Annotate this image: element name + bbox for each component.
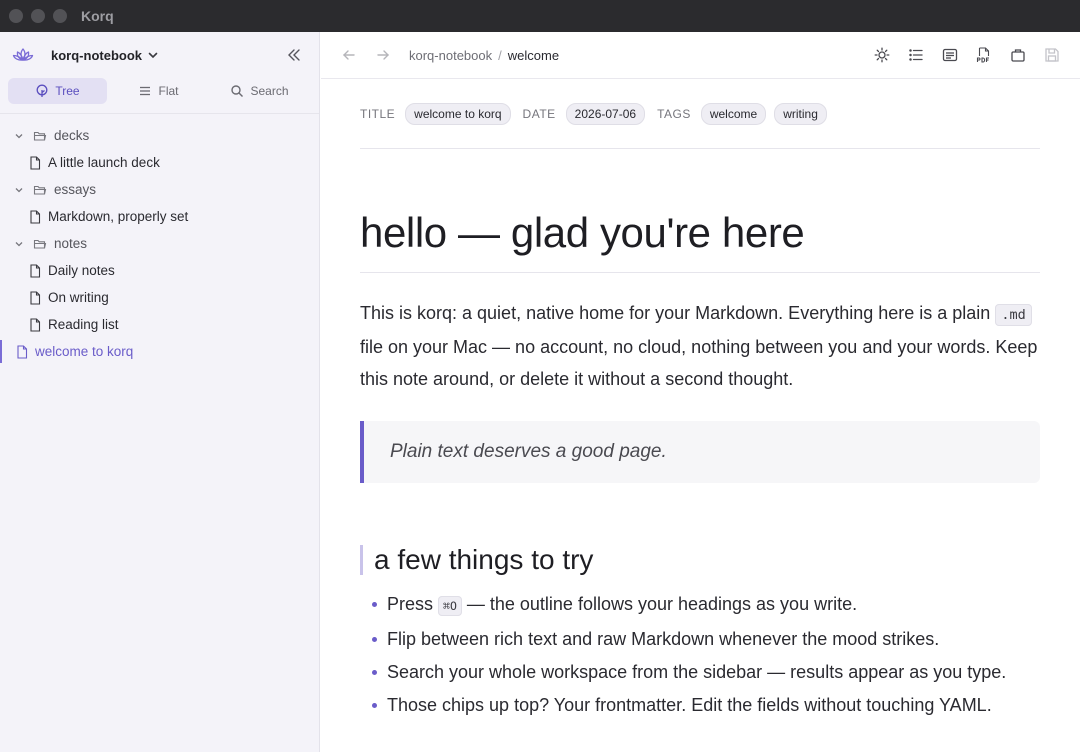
tree-item-label: notes bbox=[54, 236, 88, 251]
list-item[interactable]: Those chips up top? Your frontmatter. Ed… bbox=[372, 690, 1040, 720]
editor-pane: korq-notebook / welcome TITLE welcome to… bbox=[321, 32, 1080, 752]
disclosure-triangle-icon[interactable] bbox=[14, 131, 24, 141]
frontmatter-bar: TITLE welcome to korq DATE 2026-07-06 TA… bbox=[360, 79, 1040, 149]
tree-item-label: On writing bbox=[48, 290, 109, 305]
folder-open-icon bbox=[33, 131, 47, 141]
tab-flat[interactable]: Flat bbox=[109, 78, 208, 104]
document-heading[interactable]: hello — glad you're here bbox=[360, 208, 1040, 273]
briefcase-icon[interactable] bbox=[1010, 47, 1026, 63]
file-icon bbox=[30, 317, 41, 332]
frontmatter-tag-chip[interactable]: welcome bbox=[700, 103, 767, 125]
file-icon bbox=[30, 263, 41, 278]
tree-item-label: Reading list bbox=[48, 317, 119, 332]
list-item-text: Press bbox=[387, 594, 439, 614]
window-controls bbox=[9, 9, 67, 23]
section-heading[interactable]: a few things to try bbox=[360, 545, 1040, 575]
export-pdf-icon[interactable] bbox=[976, 47, 992, 63]
tree-file-welcome-to-korq[interactable]: welcome to korq bbox=[0, 338, 319, 365]
breadcrumb-current: welcome bbox=[507, 47, 560, 63]
sidebar-header: korq-notebook bbox=[0, 32, 319, 78]
lotus-logo-icon bbox=[12, 44, 34, 66]
tree-item-label: Markdown, properly set bbox=[48, 209, 189, 224]
inline-code: .md bbox=[995, 304, 1032, 326]
app-title: Korq bbox=[81, 8, 114, 24]
frontmatter-date-key: DATE bbox=[522, 107, 556, 121]
intro-text: This is korq: a quiet, native home for y… bbox=[360, 303, 996, 323]
list-icon bbox=[140, 86, 151, 96]
workspace-switcher[interactable]: korq-notebook bbox=[51, 48, 142, 63]
tree-item-label: welcome to korq bbox=[35, 344, 134, 359]
tree-item-label: essays bbox=[54, 182, 97, 197]
tab-tree-label: Tree bbox=[55, 84, 80, 98]
frontmatter-title-key: TITLE bbox=[360, 107, 396, 121]
file-tree: decks A little launch deck essays Markdo… bbox=[0, 114, 319, 365]
tree-item-label: A little launch deck bbox=[48, 155, 160, 170]
intro-text: file on your Mac — no account, no cloud,… bbox=[360, 337, 1038, 389]
toolbar-actions bbox=[874, 47, 1060, 63]
folder-open-icon bbox=[33, 239, 47, 249]
frontmatter-tag-chip[interactable]: writing bbox=[774, 103, 827, 125]
document[interactable]: TITLE welcome to korq DATE 2026-07-06 TA… bbox=[321, 79, 1080, 720]
disclosure-triangle-icon[interactable] bbox=[14, 239, 24, 249]
breadcrumb-separator: / bbox=[498, 47, 502, 63]
list-item[interactable]: Press ⌘O — the outline follows your head… bbox=[372, 589, 1040, 621]
tree-icon bbox=[36, 84, 48, 97]
zoom-window-button[interactable] bbox=[53, 9, 67, 23]
frontmatter-date-chip[interactable]: 2026-07-06 bbox=[565, 103, 646, 125]
sidebar-view-tabs: Tree Flat Search bbox=[0, 78, 319, 112]
file-icon bbox=[30, 209, 41, 224]
minimize-window-button[interactable] bbox=[31, 9, 45, 23]
sun-theme-icon[interactable] bbox=[874, 47, 890, 63]
tree-folder-decks[interactable]: decks bbox=[0, 122, 319, 149]
save-icon[interactable] bbox=[1044, 47, 1060, 63]
tree-item-label: Daily notes bbox=[48, 263, 115, 278]
disclosure-triangle-icon[interactable] bbox=[14, 185, 24, 195]
tree-folder-essays[interactable]: essays bbox=[0, 176, 319, 203]
frontmatter-tags-key: TAGS bbox=[657, 107, 691, 121]
tree-file-reading-list[interactable]: Reading list bbox=[0, 311, 319, 338]
source-view-icon[interactable] bbox=[942, 47, 958, 63]
tips-list: Press ⌘O — the outline follows your head… bbox=[360, 589, 1040, 720]
tree-file-on-writing[interactable]: On writing bbox=[0, 284, 319, 311]
intro-paragraph[interactable]: This is korq: a quiet, native home for y… bbox=[360, 297, 1040, 395]
close-window-button[interactable] bbox=[9, 9, 23, 23]
search-icon bbox=[231, 85, 244, 97]
forward-arrow-icon[interactable] bbox=[375, 47, 391, 63]
collapse-sidebar-icon[interactable] bbox=[286, 47, 302, 63]
list-item[interactable]: Flip between rich text and raw Markdown … bbox=[372, 624, 1040, 654]
sidebar: korq-notebook Tree Flat Search decks A l… bbox=[0, 32, 320, 752]
title-bar: Korq bbox=[0, 0, 1080, 32]
folder-open-icon bbox=[33, 185, 47, 195]
blockquote[interactable]: Plain text deserves a good page. bbox=[360, 421, 1040, 483]
list-item[interactable]: Search your whole workspace from the sid… bbox=[372, 657, 1040, 687]
file-icon bbox=[17, 344, 28, 359]
tree-file-launch-deck[interactable]: A little launch deck bbox=[0, 149, 319, 176]
tab-search-label: Search bbox=[250, 84, 289, 98]
back-arrow-icon[interactable] bbox=[341, 47, 357, 63]
tree-file-markdown-properly-set[interactable]: Markdown, properly set bbox=[0, 203, 319, 230]
file-icon bbox=[30, 155, 41, 170]
tree-item-label: decks bbox=[54, 128, 90, 143]
frontmatter-title-chip[interactable]: welcome to korq bbox=[405, 103, 511, 125]
breadcrumb-workspace[interactable]: korq-notebook bbox=[409, 48, 492, 63]
shortcut-code: ⌘O bbox=[438, 596, 462, 616]
list-item-text: — the outline follows your headings as y… bbox=[461, 594, 858, 614]
file-icon bbox=[30, 290, 41, 305]
tree-file-daily-notes[interactable]: Daily notes bbox=[0, 257, 319, 284]
tree-folder-notes[interactable]: notes bbox=[0, 230, 319, 257]
chevron-down-icon[interactable] bbox=[146, 48, 160, 62]
tab-tree[interactable]: Tree bbox=[8, 78, 107, 104]
tab-search[interactable]: Search bbox=[210, 78, 309, 104]
editor-toolbar: korq-notebook / welcome bbox=[321, 32, 1080, 79]
tab-flat-label: Flat bbox=[158, 84, 179, 98]
outline-icon[interactable] bbox=[908, 47, 924, 63]
